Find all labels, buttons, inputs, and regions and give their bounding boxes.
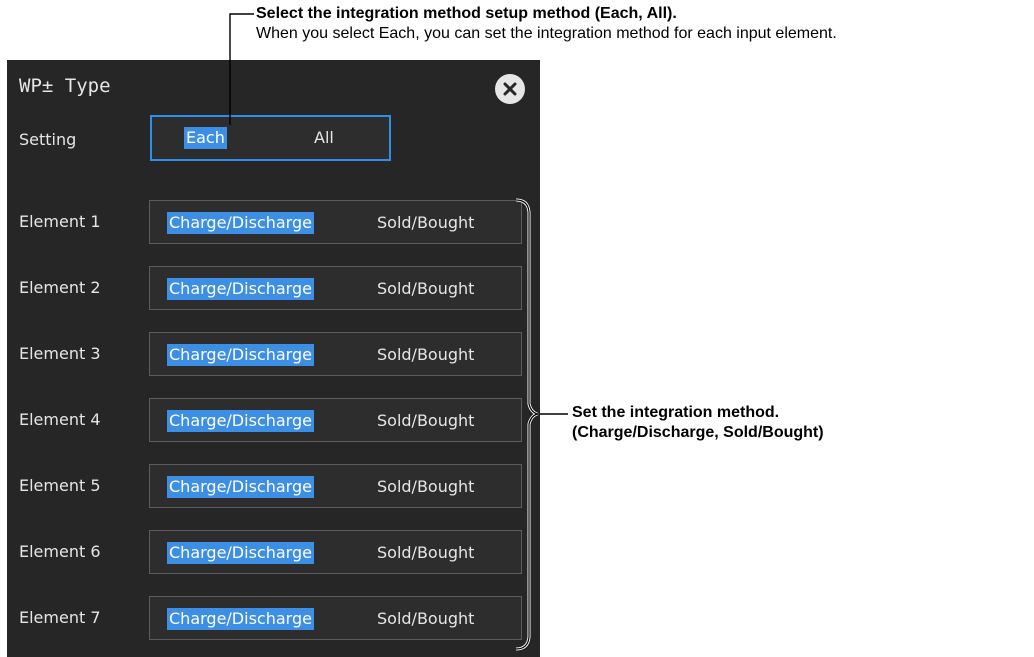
callout-lines: [229, 13, 568, 651]
bracket-outline: [515, 198, 542, 651]
bracket: [515, 199, 539, 650]
callout-leader-top: [229, 13, 254, 125]
